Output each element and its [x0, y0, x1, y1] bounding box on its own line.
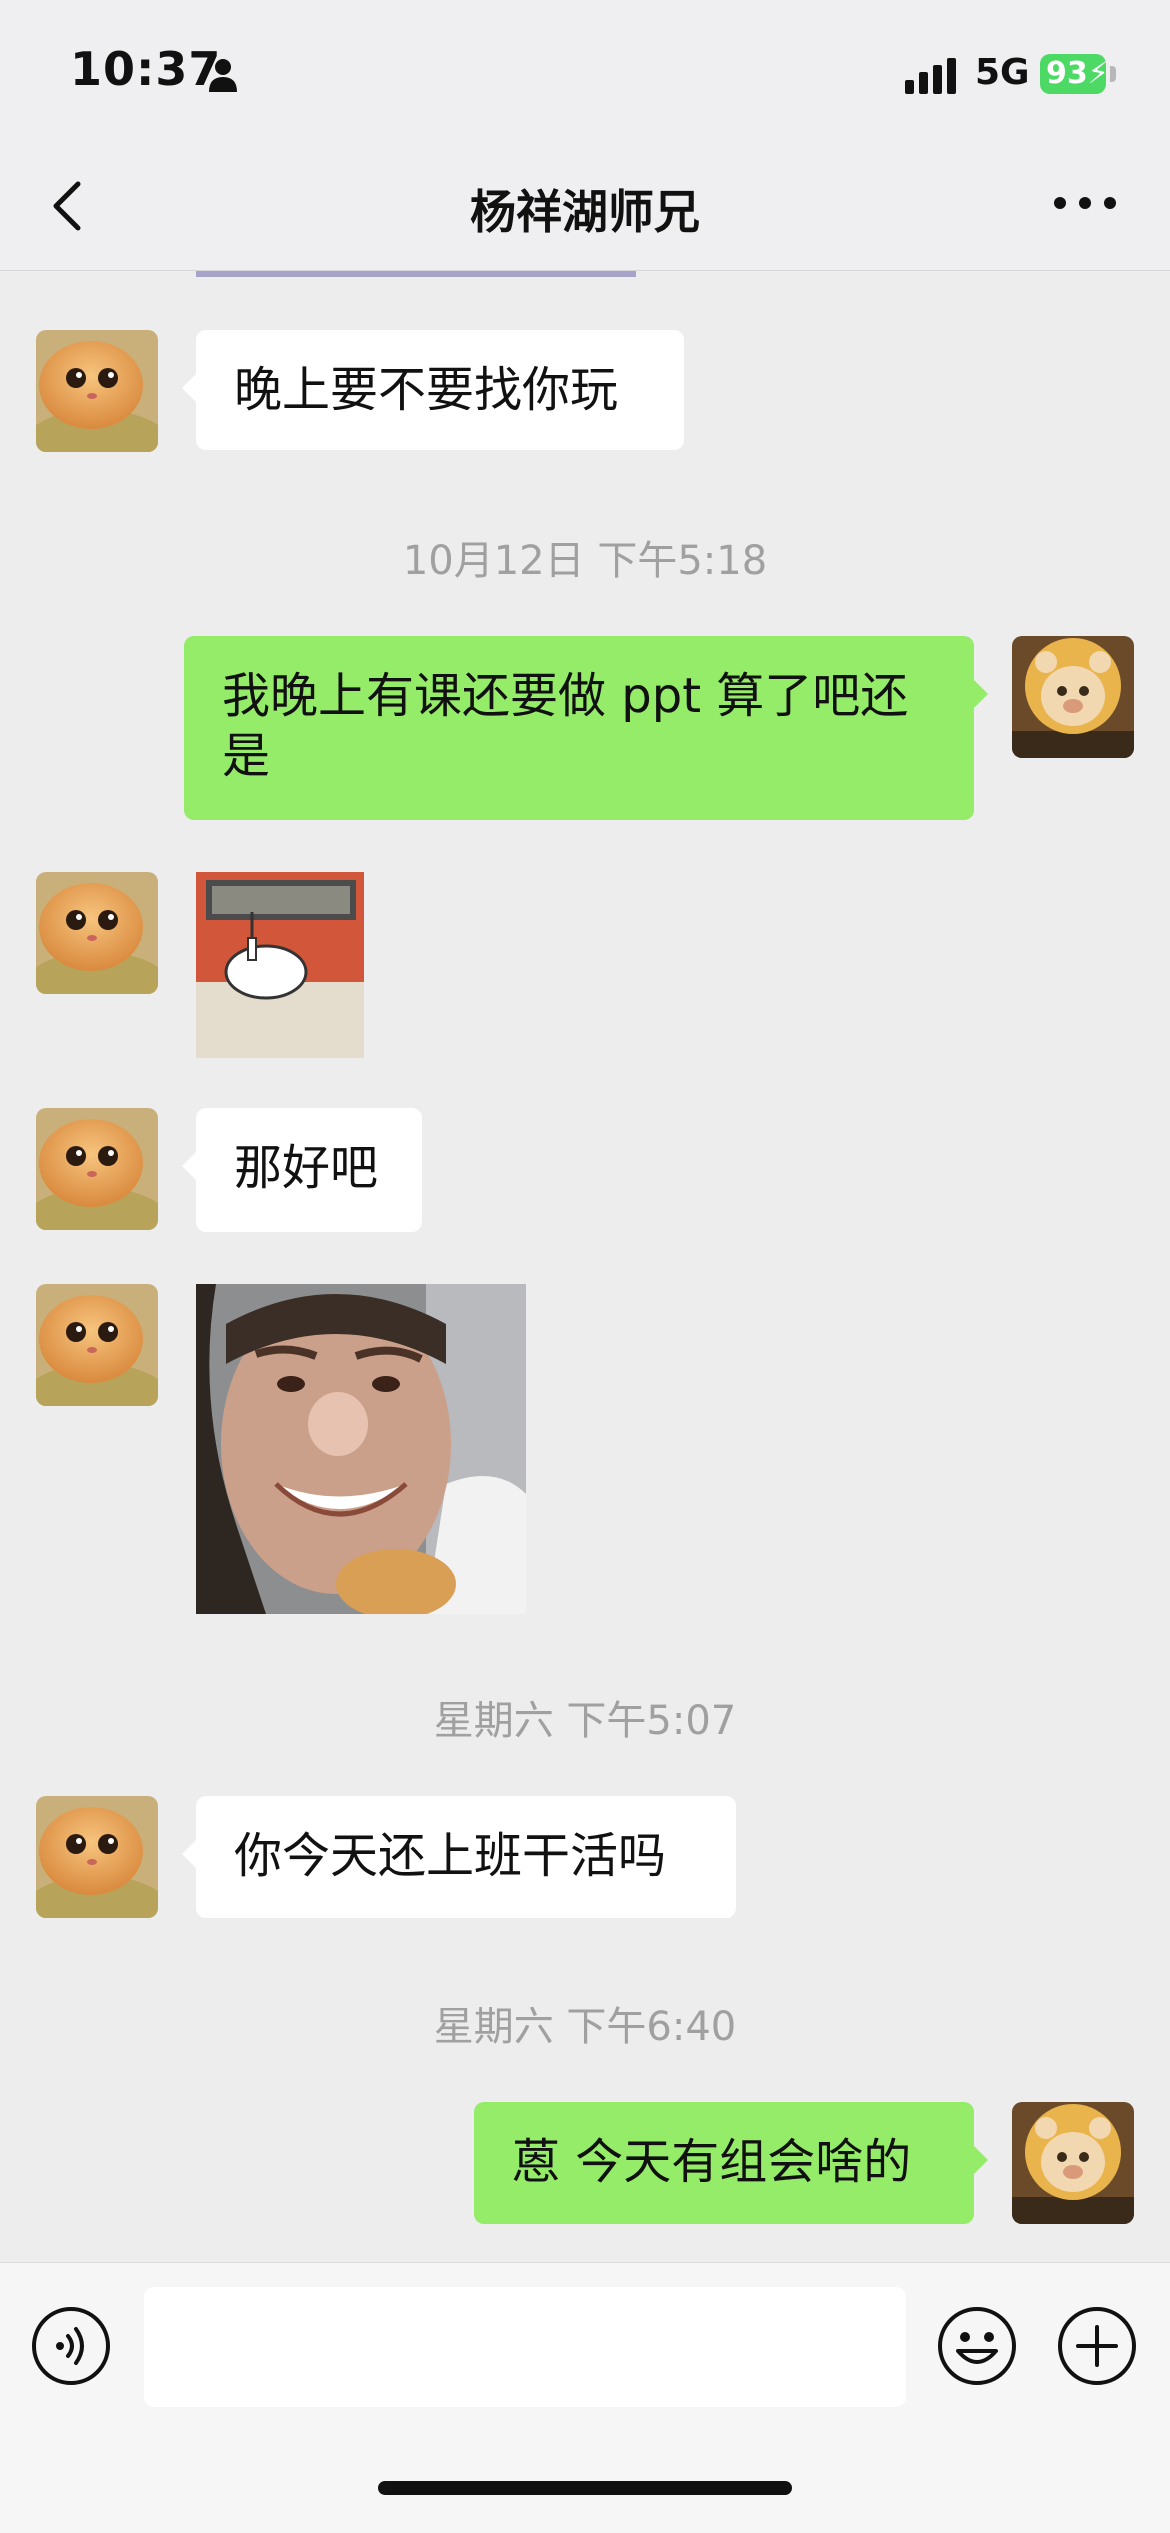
add-attachment-icon[interactable]: [1056, 2305, 1138, 2387]
contact-avatar[interactable]: [36, 1796, 158, 1918]
message-bubble-incoming[interactable]: 那好吧: [182, 1108, 422, 1232]
contact-avatar[interactable]: [36, 1284, 158, 1406]
chat-header: 杨祥湖师兄: [0, 140, 1170, 271]
more-options-icon[interactable]: [1050, 188, 1120, 218]
message-bubble-outgoing[interactable]: 我晚上有课还要做 ppt 算了吧还是: [184, 636, 988, 820]
battery-level: 93: [1046, 56, 1088, 91]
status-bar: 10:37 5G 93⚡: [0, 0, 1170, 140]
status-time: 10:37: [70, 42, 222, 96]
voice-input-icon[interactable]: [30, 2305, 112, 2387]
message-bubble-incoming[interactable]: 晚上要不要找你玩: [182, 330, 684, 450]
message-timestamp: 星期六 下午6:40: [433, 2004, 737, 2050]
message-timestamp: 10月12日 下午5:18: [402, 538, 768, 584]
chat-title: 杨祥湖师兄: [470, 185, 700, 239]
home-indicator[interactable]: [378, 2481, 792, 2495]
message-input[interactable]: [144, 2287, 906, 2407]
message-timestamp: 星期六 下午5:07: [433, 1698, 737, 1744]
sticker-message[interactable]: [196, 872, 364, 1058]
my-avatar[interactable]: [1012, 636, 1134, 758]
chat-input-bar: [0, 2262, 1170, 2533]
person-icon: [209, 59, 237, 92]
battery-indicator: 93⚡: [1040, 54, 1109, 94]
message-bubble-incoming[interactable]: 你今天还上班干活吗: [182, 1796, 736, 1918]
image-message[interactable]: [196, 1284, 526, 1614]
contact-avatar[interactable]: [36, 872, 158, 994]
emoji-icon[interactable]: [936, 2305, 1018, 2387]
previous-image-edge: [196, 271, 636, 277]
my-avatar[interactable]: [1012, 2102, 1134, 2224]
network-type: 5G: [975, 52, 1030, 93]
contact-avatar[interactable]: [36, 1108, 158, 1230]
signal-icon: [905, 58, 956, 94]
message-bubble-outgoing[interactable]: 蒽 今天有组会啥的: [474, 2102, 988, 2224]
charging-icon: ⚡: [1087, 56, 1109, 91]
battery-tip: [1110, 66, 1116, 82]
contact-avatar[interactable]: [36, 330, 158, 452]
